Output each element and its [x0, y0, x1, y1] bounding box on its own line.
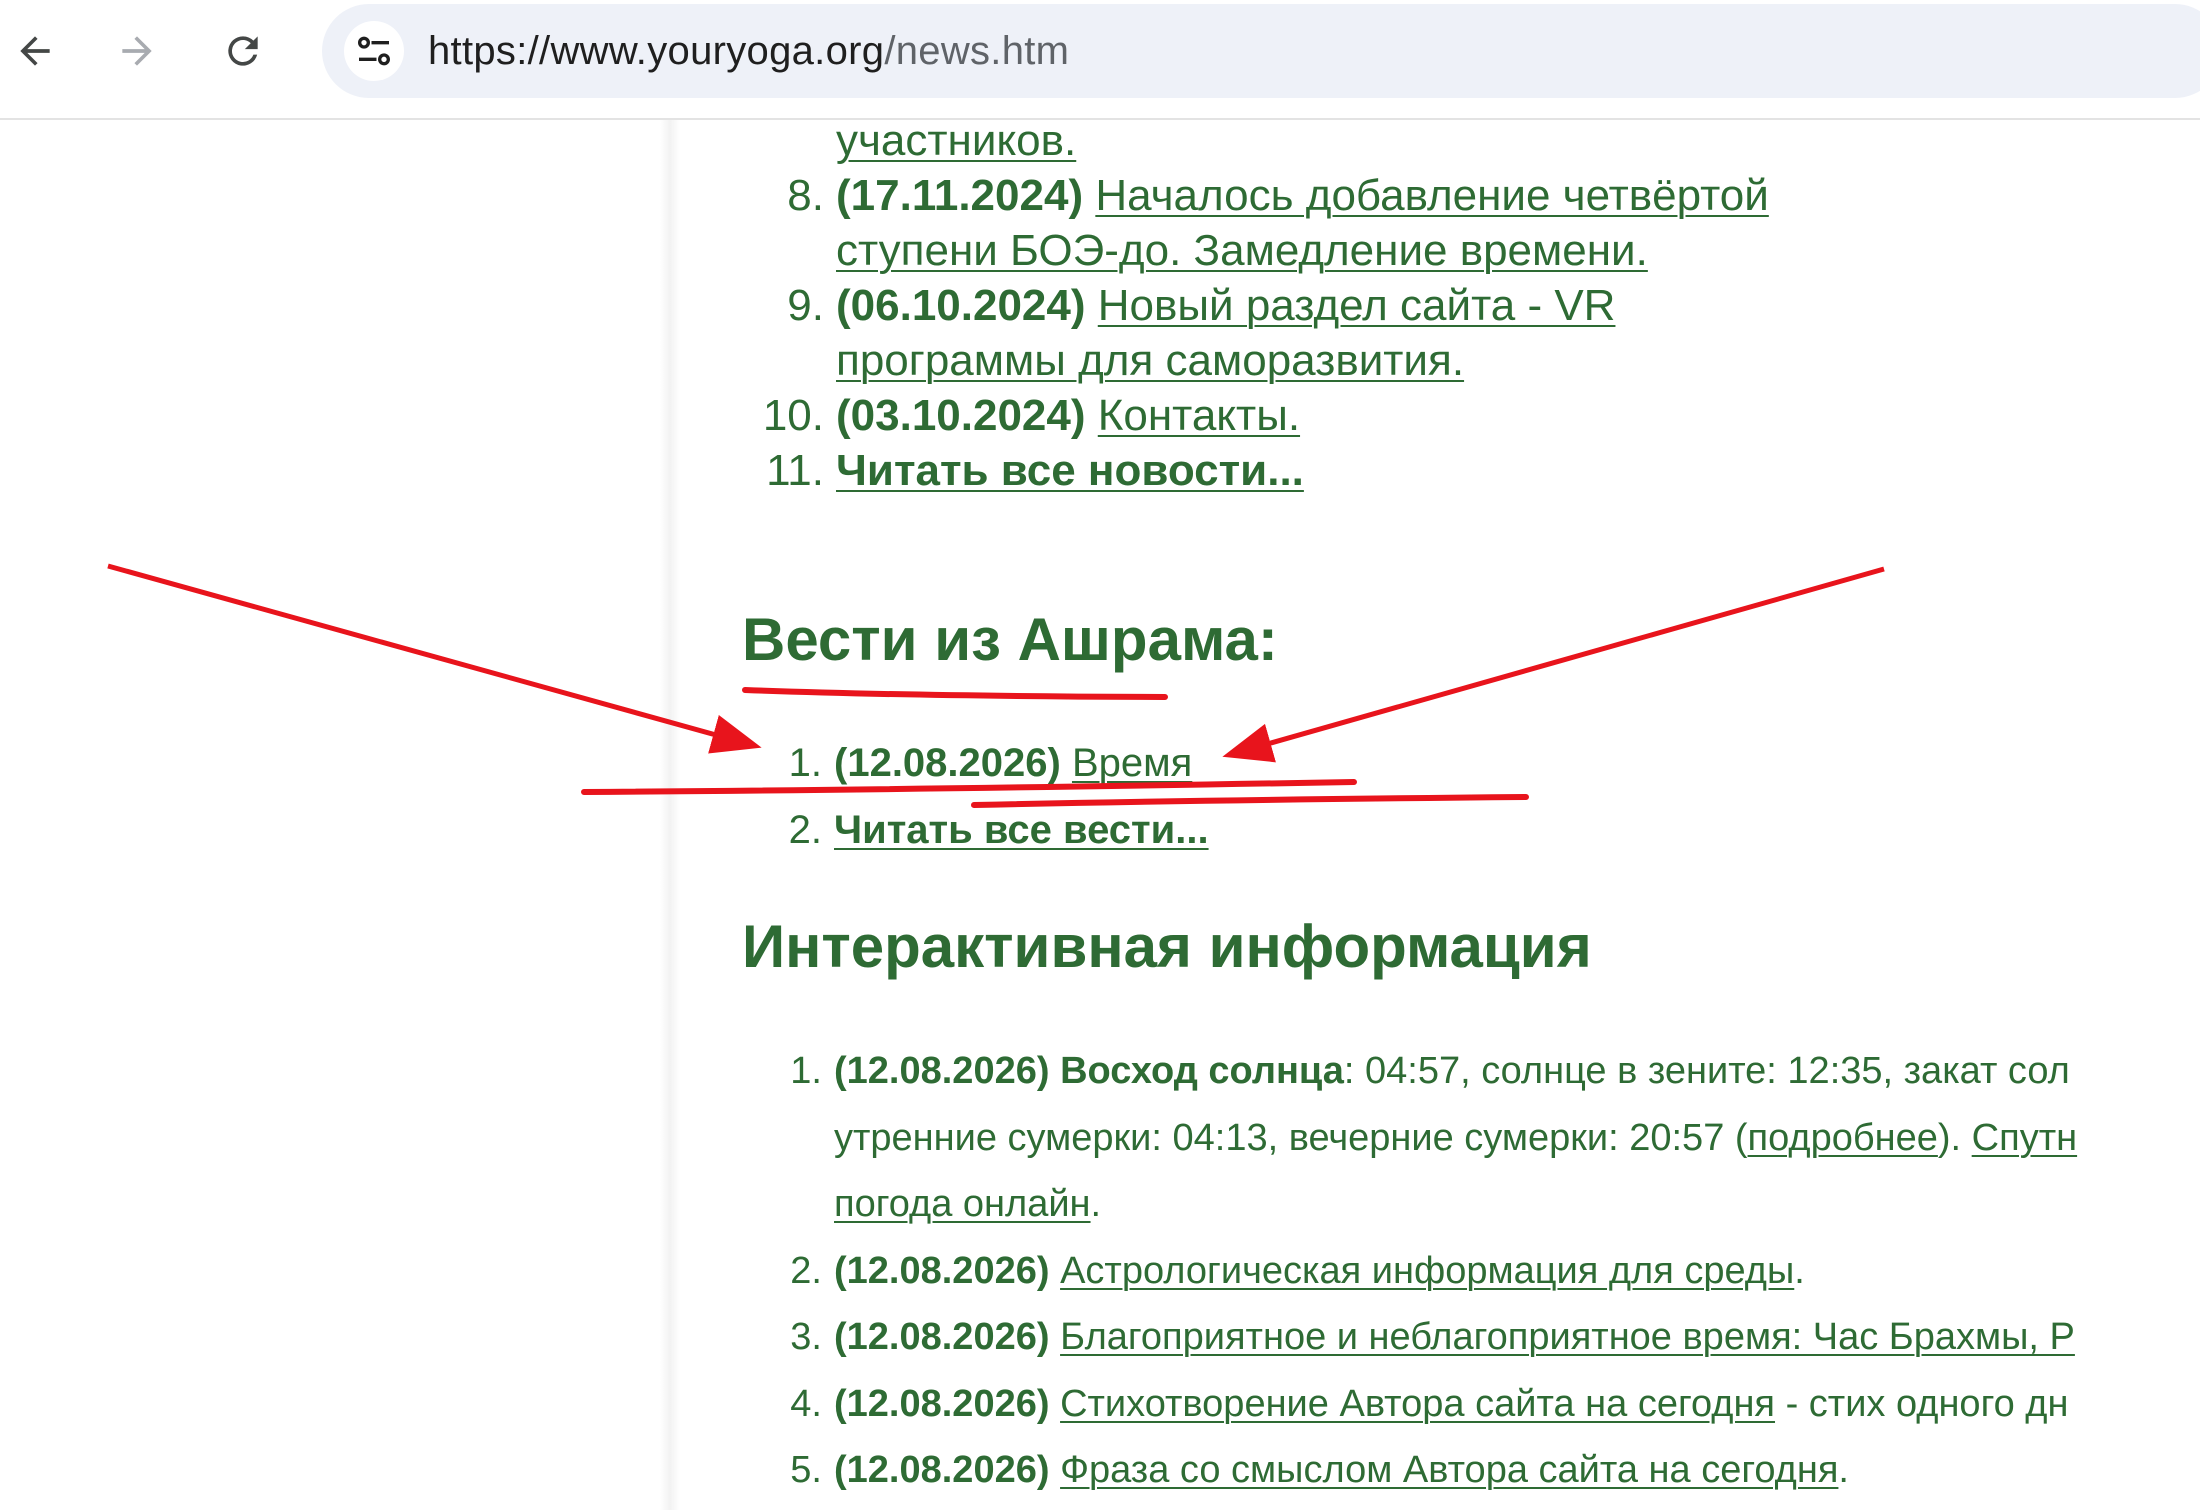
url-text[interactable]: https://www.youryoga.org/news.htm	[428, 29, 1069, 74]
page-viewport: участников. 8. (17.11.2024) Началось доб…	[0, 120, 2200, 1510]
list-number: 5.	[790, 1449, 822, 1491]
url-host: https://www.youryoga.org	[428, 29, 885, 73]
news-date: (03.10.2024)	[836, 391, 1086, 440]
read-all-ashram-label: Читать все вести...	[834, 808, 1209, 852]
list-number: 1.	[790, 1050, 822, 1092]
list-number: 1.	[788, 741, 822, 785]
list-item: 4. (12.08.2026) Стихотворение Автора сай…	[740, 1371, 2200, 1438]
browser-toolbar: https://www.youryoga.org/news.htm	[0, 0, 2200, 120]
time-link[interactable]: Время	[1072, 741, 1192, 785]
site-settings-button[interactable]	[344, 21, 404, 81]
list-item: участников.	[740, 120, 2136, 168]
punctuation: .	[1090, 1183, 1102, 1225]
reload-icon	[228, 36, 258, 66]
item-date: (12.08.2026)	[834, 1449, 1050, 1491]
interactive-heading: Интерактивная информация	[742, 913, 1592, 980]
list-item: 5. (12.08.2026) Фраза со смыслом Автора …	[740, 1437, 2200, 1504]
list-item: 8. (17.11.2024) Началось добавление четв…	[740, 168, 2136, 278]
news-link[interactable]: Контакты.	[1098, 391, 1300, 440]
satellite-link[interactable]: Спутн	[1972, 1117, 2077, 1159]
back-button[interactable]	[6, 22, 64, 80]
item-date: (12.08.2026)	[834, 1382, 1050, 1425]
list-number: 8.	[787, 171, 824, 220]
item-date: (12.08.2026)	[834, 1316, 1050, 1358]
list-item: 2. (12.08.2026) Астрологическая информац…	[740, 1238, 2200, 1305]
ashram-list: 1. (12.08.2026) Время 2. Читать все вест…	[740, 730, 1209, 864]
item-date: (12.08.2026)	[834, 1249, 1050, 1292]
favorable-time-link[interactable]: Благоприятное и неблагоприятное время: Ч…	[1060, 1316, 2075, 1358]
ashram-heading: Вести из Ашрама:	[742, 606, 1278, 673]
list-item: 10. (03.10.2024) Контакты.	[740, 388, 2136, 443]
news-link[interactable]: участников.	[836, 120, 1076, 165]
read-all-news-link[interactable]: Читать все новости...	[836, 446, 1304, 495]
news-link-line: программы для саморазвития.	[836, 336, 1465, 385]
more-details-link[interactable]: подробнее	[1748, 1117, 1938, 1159]
news-date: (17.11.2024)	[836, 171, 1084, 220]
reload-button[interactable]	[214, 22, 272, 80]
astrology-link[interactable]: Астрологическая информация для среды	[1060, 1250, 1794, 1292]
news-list: участников. 8. (17.11.2024) Началось доб…	[740, 120, 2136, 498]
poem-suffix-text: - стих одного дн	[1775, 1382, 2069, 1425]
read-all-news-label: Читать все новости...	[836, 446, 1304, 495]
site-settings-icon	[358, 36, 390, 66]
list-item: 1. (12.08.2026) Время	[740, 730, 1209, 797]
content-column-edge	[660, 120, 680, 1510]
read-all-ashram-link[interactable]: Читать все вести...	[834, 808, 1209, 852]
forward-button[interactable]	[108, 22, 166, 80]
news-link-line: Новый раздел сайта - VR	[1097, 281, 1616, 330]
sun-times-text: : 04:57, солнце в зените: 12:35, закат с…	[1343, 1050, 2070, 1092]
news-date: (12.08.2026)	[834, 741, 1061, 785]
sunrise-label: Восход солнца	[1060, 1050, 1344, 1092]
list-number: 2.	[788, 808, 822, 852]
news-link-line: ступени БОЭ-до. Замедление времени.	[836, 226, 1648, 275]
twilight-text: утренние сумерки: 04:13, вечерние сумерк…	[834, 1116, 1748, 1159]
list-item: 11. Читать все новости...	[740, 443, 2136, 498]
list-number: 4.	[790, 1382, 822, 1425]
punctuation: .	[1794, 1249, 1805, 1292]
poem-link[interactable]: Стихотворение Автора сайта на сегодня	[1060, 1383, 1775, 1425]
forward-arrow-icon	[122, 36, 152, 66]
item-date: (12.08.2026)	[834, 1050, 1050, 1092]
list-number: 3.	[790, 1316, 822, 1358]
interactive-list: 1. (12.08.2026) Восход солнца: 04:57, со…	[740, 1038, 2200, 1504]
list-item: 1. (12.08.2026) Восход солнца: 04:57, со…	[740, 1038, 2200, 1105]
back-arrow-icon	[20, 36, 50, 66]
url-path: /news.htm	[884, 29, 1070, 73]
list-item-continuation: погода онлайн.	[740, 1171, 2200, 1238]
address-bar[interactable]: https://www.youryoga.org/news.htm	[322, 4, 2200, 98]
list-item: 9. (06.10.2024) Новый раздел сайта - VR п…	[740, 278, 2136, 388]
list-item-continuation: утренние сумерки: 04:13, вечерние сумерк…	[740, 1105, 2200, 1172]
list-item: 2. Читать все вести...	[740, 797, 1209, 864]
list-number: 11.	[766, 446, 824, 495]
punctuation: ).	[1937, 1116, 1972, 1159]
weather-online-link[interactable]: погода онлайн	[834, 1183, 1091, 1225]
phrase-link[interactable]: Фраза со смыслом Автора сайта на сегодня	[1060, 1449, 1838, 1491]
punctuation: .	[1838, 1449, 1849, 1491]
news-link-line: Началось добавление четвёртой	[1095, 171, 1769, 220]
news-date: (06.10.2024)	[836, 281, 1086, 330]
list-number: 10.	[762, 391, 824, 440]
list-number: 2.	[790, 1249, 822, 1292]
list-number: 9.	[787, 281, 824, 330]
list-item: 3. (12.08.2026) Благоприятное и неблагоп…	[740, 1304, 2200, 1371]
